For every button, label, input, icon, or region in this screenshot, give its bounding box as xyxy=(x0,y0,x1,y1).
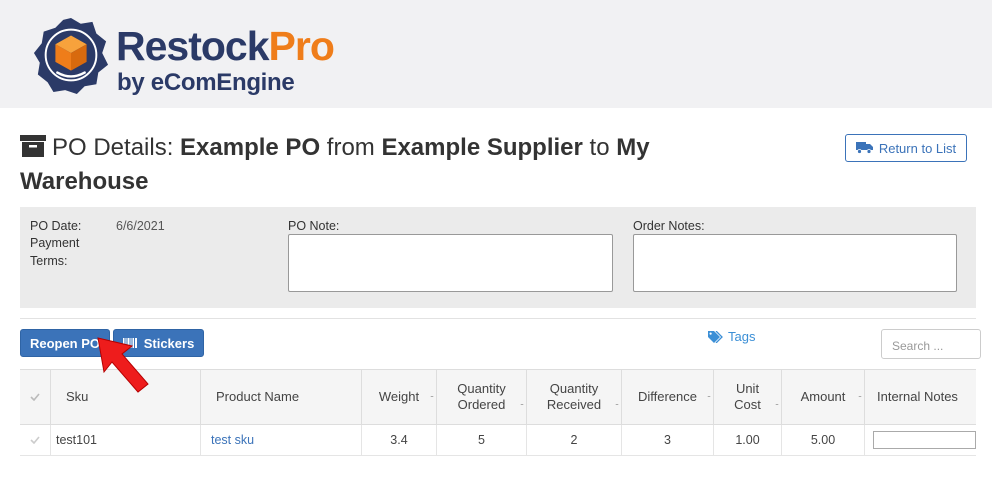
check-icon xyxy=(30,393,40,401)
return-to-list-button[interactable]: Return to List xyxy=(845,134,967,162)
po-note-label: PO Note: xyxy=(288,219,340,233)
return-to-list-label: Return to List xyxy=(878,140,957,156)
tags-icon xyxy=(708,330,723,343)
table-search-input[interactable]: Search ... xyxy=(881,329,981,359)
cell-sku: test101 xyxy=(51,425,201,455)
tags-label: Tags xyxy=(728,329,756,344)
brand-subtitle: by eComEngine xyxy=(117,69,295,96)
row-checkbox[interactable] xyxy=(20,425,51,455)
column-header-quantity-ordered[interactable]: Quantity Ordered.. xyxy=(437,370,527,424)
column-header-difference[interactable]: Difference.. xyxy=(622,370,714,424)
internal-notes-input[interactable] xyxy=(873,431,976,449)
from-word: from xyxy=(326,134,375,161)
column-header-quantity-received[interactable]: Quantity Received.. xyxy=(527,370,622,424)
truck-icon xyxy=(855,142,873,154)
cell-quantity-ordered: 5 xyxy=(437,425,527,455)
cell-difference: 3 xyxy=(622,425,714,455)
cell-internal-notes xyxy=(865,425,976,455)
po-items-table: Sku Product Name Weight.. Quantity Order… xyxy=(20,369,976,459)
section-divider xyxy=(20,318,976,319)
cell-product-name[interactable]: test sku xyxy=(201,425,362,455)
po-date-label: PO Date: xyxy=(30,219,82,233)
to-word: to xyxy=(589,134,610,161)
order-notes-label: Order Notes: xyxy=(633,219,705,233)
cell-quantity-received: 2 xyxy=(527,425,622,455)
archive-box-icon xyxy=(20,135,46,157)
reopen-po-label: Reopen PO xyxy=(29,335,101,351)
check-icon xyxy=(30,436,40,444)
select-all-checkbox[interactable] xyxy=(20,370,51,424)
supplier-name: Example Supplier xyxy=(381,134,583,161)
cell-unit-cost: 1.00 xyxy=(714,425,782,455)
search-placeholder: Search ... xyxy=(892,339,944,353)
order-notes-textarea[interactable] xyxy=(633,234,957,292)
restockpro-logo-icon xyxy=(33,17,109,94)
brand-name: RestockPro xyxy=(116,23,335,69)
column-header-amount[interactable]: Amount.. xyxy=(782,370,865,424)
column-header-product-name[interactable]: Product Name xyxy=(201,370,362,424)
table-row: test101 test sku 3.4 5 2 3 1.00 5.00 xyxy=(20,425,976,456)
tags-link[interactable]: Tags xyxy=(708,329,755,344)
brand-header: RestockPro by eComEngine xyxy=(0,0,992,108)
product-name-link[interactable]: test sku xyxy=(211,433,254,447)
red-arrow-annotation xyxy=(97,337,149,393)
column-header-internal-notes[interactable]: Internal Notes xyxy=(865,370,976,424)
po-name: Example PO xyxy=(180,134,321,161)
title-prefix: PO Details: xyxy=(52,134,174,161)
payment-terms-label: Payment Terms: xyxy=(30,236,80,268)
po-note-textarea[interactable] xyxy=(288,234,613,292)
po-info-panel: PO Date: 6/6/2021 Payment Terms: PO Note… xyxy=(20,207,976,308)
cell-amount: 5.00 xyxy=(782,425,865,455)
table-header-row: Sku Product Name Weight.. Quantity Order… xyxy=(20,369,976,425)
po-date-value: 6/6/2021 xyxy=(116,219,165,233)
column-header-unit-cost[interactable]: Unit Cost.. xyxy=(714,370,782,424)
page-title: PO Details: Example PO from Example Supp… xyxy=(20,131,780,199)
cell-weight: 3.4 xyxy=(362,425,437,455)
column-header-weight[interactable]: Weight.. xyxy=(362,370,437,424)
